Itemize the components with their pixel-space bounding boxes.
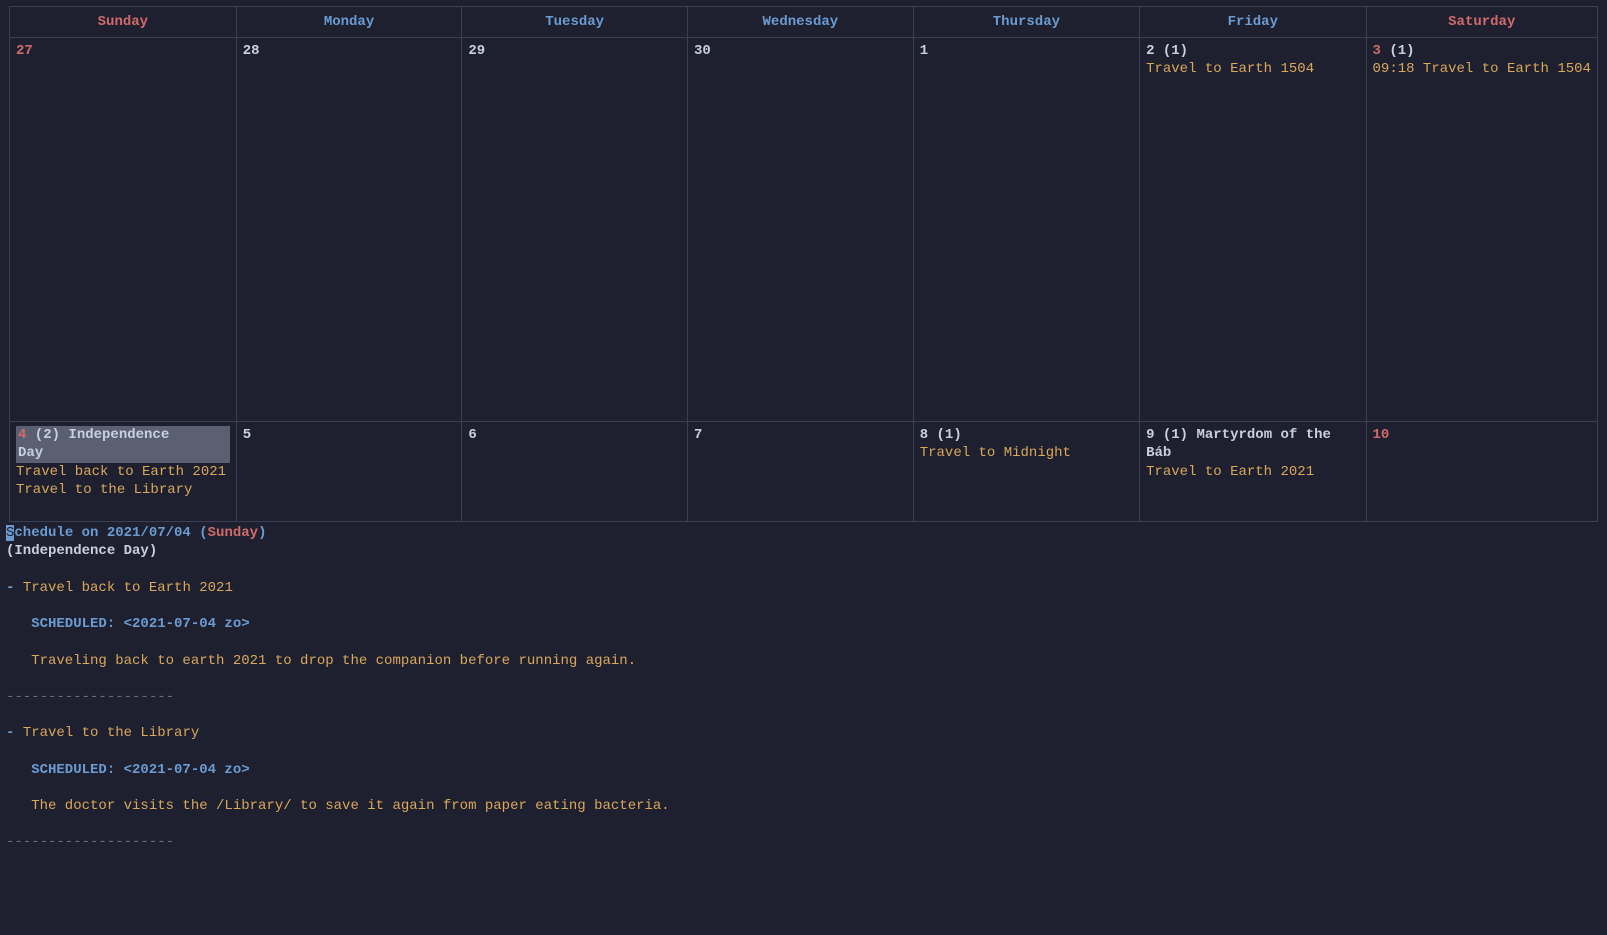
calendar-day-cell[interactable]: 8 (1)Travel to Midnight (913, 422, 1139, 522)
blank-line (6, 670, 1601, 688)
day-header-monday: Monday (236, 7, 462, 38)
calendar-day-cell[interactable]: 10 (1366, 422, 1597, 522)
day-header-sunday: Sunday (10, 7, 237, 38)
calendar-grid: SundayMondayTuesdayWednesdayThursdayFrid… (9, 6, 1598, 522)
calendar-day-cell[interactable]: 3 (1)09:18 Travel to Earth 1504 (1366, 38, 1597, 422)
day-header-line: 2 (1) (1146, 42, 1359, 60)
day-number: 5 (243, 427, 251, 443)
day-header-line: 27 (16, 42, 230, 60)
day-number: 10 (1373, 427, 1390, 443)
day-header-line: 28 (243, 42, 456, 60)
day-header-line: 10 (1373, 426, 1591, 444)
schedule-separator: -------------------- (6, 688, 1601, 706)
day-header-saturday: Saturday (1366, 7, 1597, 38)
day-number: 28 (243, 43, 260, 59)
bullet: - (6, 725, 23, 741)
blank-line (6, 597, 1601, 615)
calendar-event[interactable]: Travel to Midnight (920, 444, 1133, 462)
day-header-wednesday: Wednesday (687, 7, 913, 38)
blank-line (6, 815, 1601, 833)
event-count: (1) (928, 427, 962, 443)
schedule-title: Schedule on 2021/07/04 (Sunday) (6, 524, 1601, 542)
calendar-day-cell[interactable]: 4 (2) Independence Day Travel back to Ea… (10, 422, 237, 522)
calendar-day-cell[interactable]: 7 (687, 422, 913, 522)
day-number: 3 (1373, 43, 1381, 59)
calendar-day-cell[interactable]: 30 (687, 38, 913, 422)
schedule-item-scheduled: SCHEDULED: <2021-07-04 zo> (6, 761, 1601, 779)
day-header-line: 3 (1) (1373, 42, 1591, 60)
schedule-title-text: chedule on 2021/07/04 ( (14, 525, 207, 541)
calendar-event[interactable]: Travel to Earth 2021 (1146, 463, 1359, 481)
day-header-line: 4 (2) Independence Day (16, 426, 230, 462)
event-count: (1) (1154, 427, 1188, 443)
bullet: - (6, 580, 23, 596)
schedule-item-title[interactable]: - Travel back to Earth 2021 (6, 579, 1601, 597)
day-number: 7 (694, 427, 702, 443)
calendar-day-cell[interactable]: 2 (1)Travel to Earth 1504 (1140, 38, 1366, 422)
day-number: 27 (16, 43, 33, 59)
calendar-header-row: SundayMondayTuesdayWednesdayThursdayFrid… (10, 7, 1598, 38)
calendar-week-row: 4 (2) Independence Day Travel back to Ea… (10, 422, 1598, 522)
schedule-panel: Schedule on 2021/07/04 (Sunday)(Independ… (0, 524, 1607, 851)
calendar-day-cell[interactable]: 5 (236, 422, 462, 522)
blank-line (6, 561, 1601, 579)
schedule-subtitle: (Independence Day) (6, 542, 1601, 560)
calendar-day-cell[interactable]: 29 (462, 38, 688, 422)
day-number: 29 (468, 43, 485, 59)
day-number: 6 (468, 427, 476, 443)
schedule-title-close: ) (258, 525, 266, 541)
blank-line (6, 742, 1601, 760)
calendar-event[interactable]: Travel back to Earth 2021 (16, 463, 230, 481)
day-number: 8 (920, 427, 928, 443)
day-number: 1 (920, 43, 928, 59)
blank-line (6, 706, 1601, 724)
event-count: (1) (1381, 43, 1415, 59)
schedule-item-title-text: Travel back to Earth 2021 (23, 580, 233, 596)
day-number: 30 (694, 43, 711, 59)
calendar-event[interactable]: 09:18 Travel to Earth 1504 (1373, 60, 1591, 78)
calendar-event[interactable]: Travel to the Library (16, 481, 230, 499)
calendar-day-cell[interactable]: 28 (236, 38, 462, 422)
schedule-separator: -------------------- (6, 833, 1601, 851)
day-header-thursday: Thursday (913, 7, 1139, 38)
day-header-friday: Friday (1140, 7, 1366, 38)
schedule-item-body: The doctor visits the /Library/ to save … (6, 797, 1601, 815)
schedule-title-day: Sunday (208, 525, 258, 541)
calendar-day-cell[interactable]: 9 (1) Martyrdom of the BábTravel to Eart… (1140, 422, 1366, 522)
day-header-line: 5 (243, 426, 456, 444)
selected-day-highlight: 4 (2) Independence Day (16, 426, 230, 462)
day-header-line: 29 (468, 42, 681, 60)
event-count: (1) (1154, 43, 1188, 59)
schedule-item-body: Traveling back to earth 2021 to drop the… (6, 652, 1601, 670)
schedule-item-title-text: Travel to the Library (23, 725, 199, 741)
calendar-event[interactable]: Travel to Earth 1504 (1146, 60, 1359, 78)
day-header-line: 1 (920, 42, 1133, 60)
calendar-day-cell[interactable]: 1 (913, 38, 1139, 422)
blank-line (6, 633, 1601, 651)
day-header-tuesday: Tuesday (462, 7, 688, 38)
calendar-day-cell[interactable]: 27 (10, 38, 237, 422)
schedule-item-scheduled: SCHEDULED: <2021-07-04 zo> (6, 615, 1601, 633)
day-header-line: 7 (694, 426, 907, 444)
day-header-line: 9 (1) Martyrdom of the Báb (1146, 426, 1359, 462)
day-header-line: 8 (1) (920, 426, 1133, 444)
event-count: (2) (26, 427, 60, 443)
calendar-week-row: 27 28 29 30 1 2 (1)Travel to Earth 1504 … (10, 38, 1598, 422)
day-header-line: 30 (694, 42, 907, 60)
calendar-day-cell[interactable]: 6 (462, 422, 688, 522)
day-header-line: 6 (468, 426, 681, 444)
schedule-item-title[interactable]: - Travel to the Library (6, 724, 1601, 742)
blank-line (6, 779, 1601, 797)
